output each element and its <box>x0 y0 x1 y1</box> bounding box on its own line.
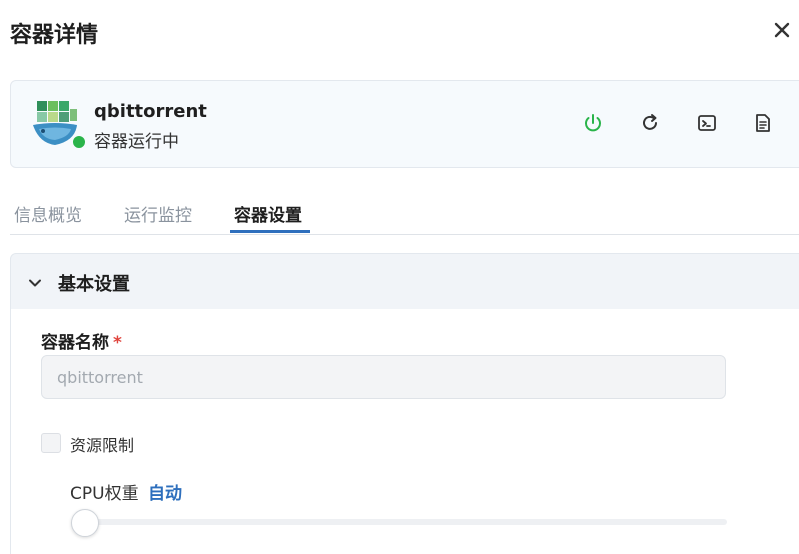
container-name-label-text: 容器名称 <box>41 333 109 353</box>
tab-bar: 信息概览 运行监控 容器设置 <box>10 190 799 235</box>
container-summary-card: qbittorrent 容器运行中 <box>10 80 799 168</box>
container-status: 容器运行中 <box>94 132 179 152</box>
close-icon[interactable] <box>772 20 792 40</box>
power-icon[interactable] <box>582 112 604 134</box>
terminal-icon[interactable] <box>696 112 718 134</box>
cpu-weight-value: 自动 <box>148 484 182 504</box>
log-icon[interactable] <box>752 112 774 134</box>
basic-settings-header[interactable]: 基本设置 <box>10 253 799 311</box>
dialog-title: 容器详情 <box>10 23 99 48</box>
tab-settings[interactable]: 容器设置 <box>234 201 302 226</box>
basic-settings-title: 基本设置 <box>58 274 130 295</box>
chevron-down-icon <box>27 275 43 291</box>
cpu-weight-slider-handle[interactable] <box>71 509 99 537</box>
resource-limit-label: 资源限制 <box>70 436 135 455</box>
tab-monitoring[interactable]: 运行监控 <box>124 201 192 226</box>
container-details-dialog: 容器详情 qbittorrent 容器运行中 信息概览 运行监控 容器设置 基本… <box>0 0 799 554</box>
active-tab-indicator <box>230 230 310 233</box>
container-name-input[interactable] <box>41 355 726 399</box>
tab-overview[interactable]: 信息概览 <box>14 201 82 226</box>
cpu-weight-label: CPU权重 <box>70 484 139 504</box>
container-name-label: 容器名称 * <box>41 328 122 353</box>
required-mark: * <box>113 333 122 353</box>
restart-icon[interactable] <box>639 112 661 134</box>
container-name: qbittorrent <box>94 101 207 122</box>
cpu-weight-slider-track[interactable] <box>72 519 727 525</box>
running-status-dot <box>71 134 87 150</box>
resource-limit-checkbox[interactable] <box>41 433 61 453</box>
